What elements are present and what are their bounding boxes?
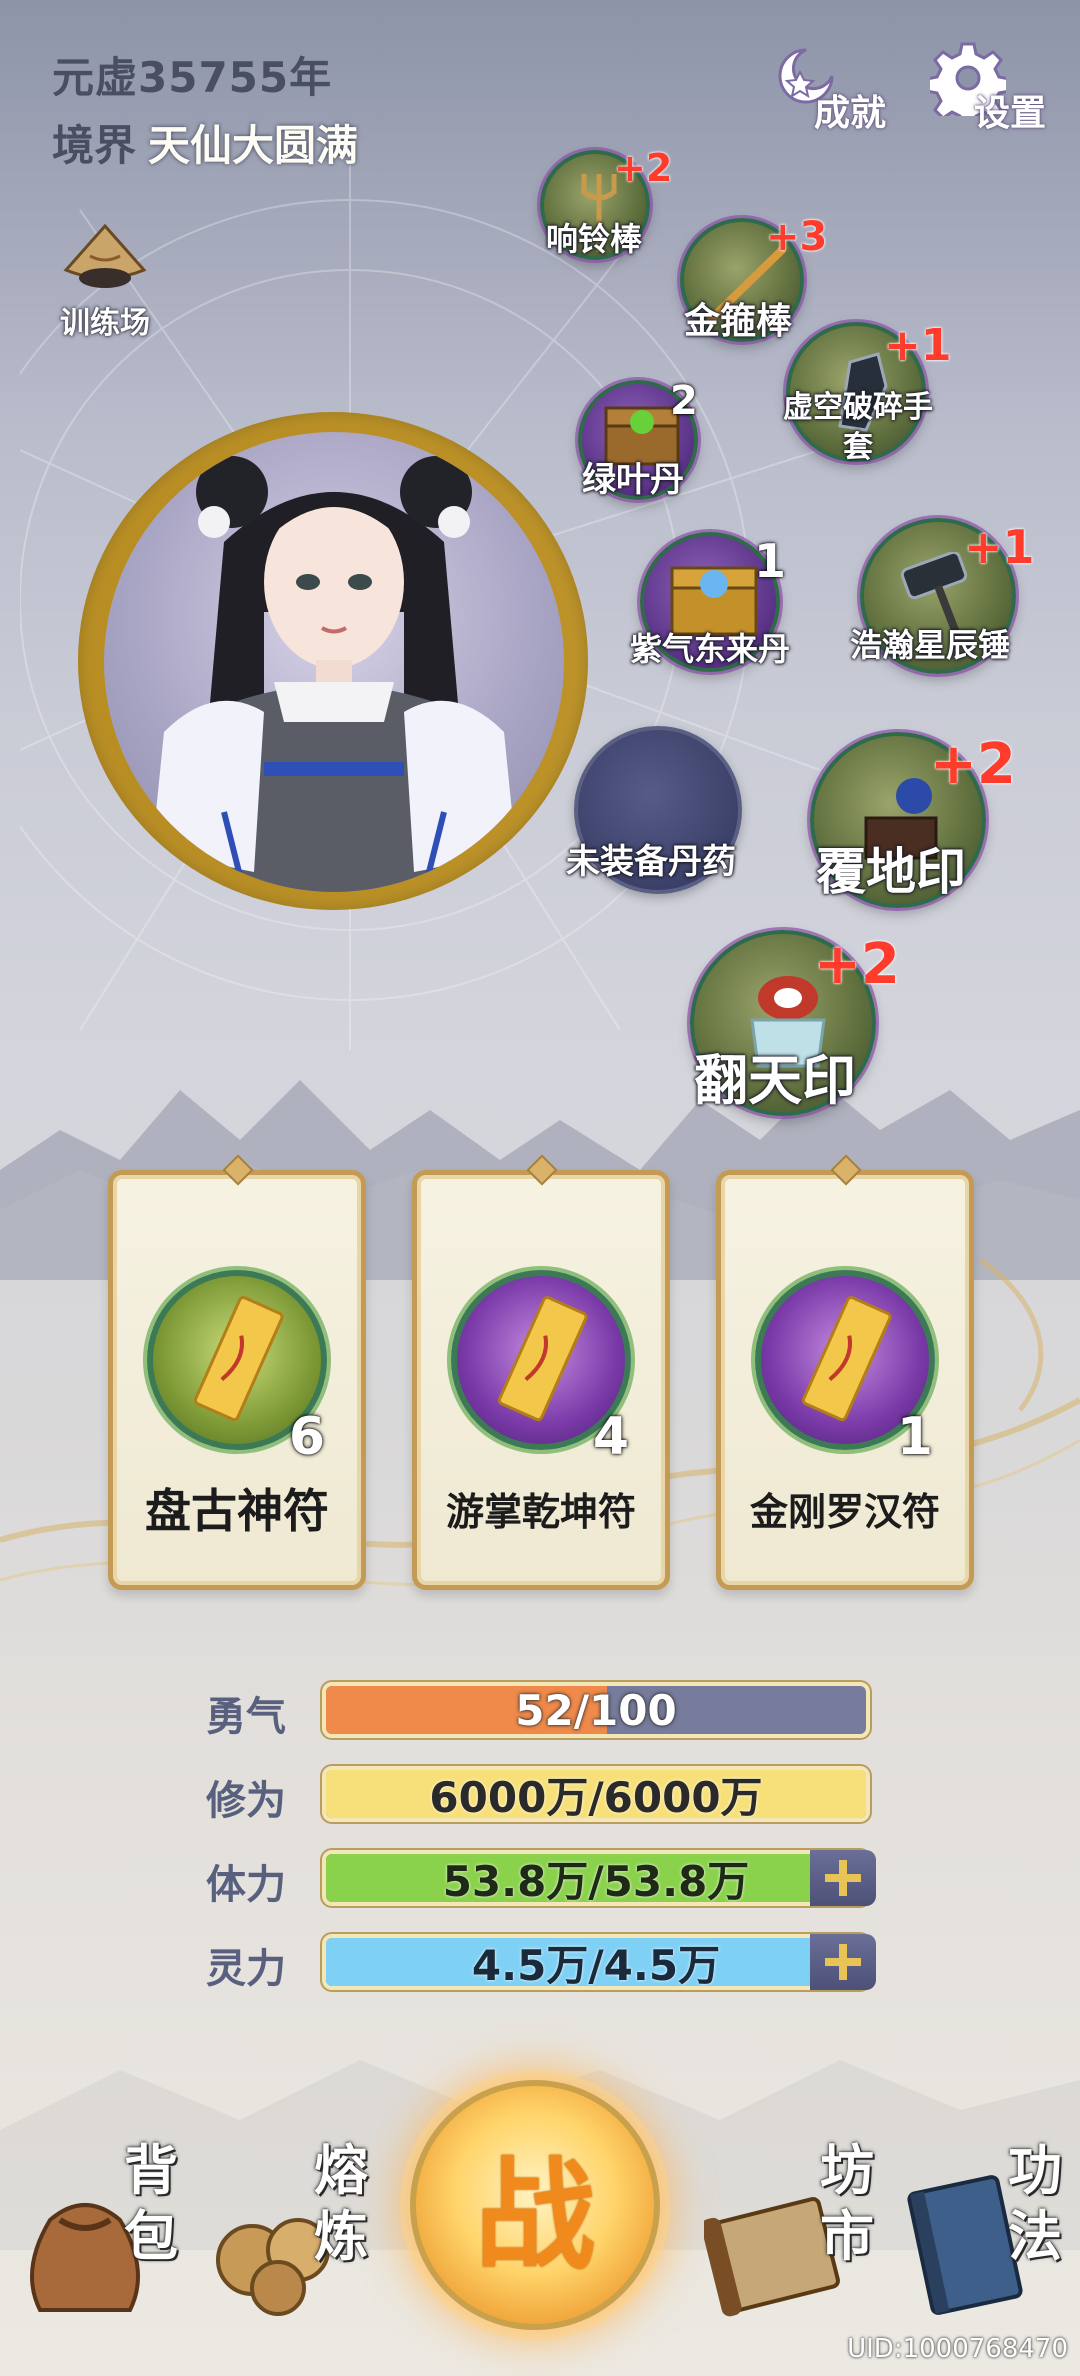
nav-market-label-2: 市 xyxy=(820,2205,874,2268)
nav-smelt-label-1: 熔 xyxy=(314,2139,368,2202)
equip-label: 覆地印 xyxy=(816,843,966,901)
talisman-count: 1 xyxy=(896,1407,933,1467)
courage-value: 52/100 xyxy=(515,1685,677,1735)
realm-info: 境界 天仙大圆满 xyxy=(52,112,358,173)
spirit-bar: 4.5万/4.5万 xyxy=(322,1934,870,1990)
talisman-name: 金刚罗汉符 xyxy=(749,1490,940,1534)
settings-button[interactable]: 设置 xyxy=(930,40,1060,134)
equip-badge: +2 xyxy=(614,146,673,190)
nav-bag-label-2: 包 xyxy=(124,2205,178,2268)
cultivation-value: 6000万/6000万 xyxy=(429,1772,763,1822)
stat-label-spirit: 灵力 xyxy=(206,1946,286,1992)
stat-label-stamina: 体力 xyxy=(206,1862,286,1908)
spirit-value: 4.5万/4.5万 xyxy=(471,1940,721,1990)
plus-icon xyxy=(825,1944,861,1980)
stamina-add-button[interactable] xyxy=(810,1850,876,1906)
talisman-card-pangu[interactable]: 6 盘古神符 xyxy=(108,1154,366,1590)
equip-badge: +2 xyxy=(930,732,1016,797)
talisman-card-jingang[interactable]: 1 金刚罗汉符 xyxy=(716,1154,974,1590)
straw-hat-icon xyxy=(63,223,147,288)
nav-market-label-1: 坊 xyxy=(820,2139,874,2202)
equip-label: 响铃棒 xyxy=(546,220,643,258)
spirit-add-button[interactable] xyxy=(810,1934,876,1990)
talisman-card-youzhang[interactable]: 4 游掌乾坤符 xyxy=(412,1154,670,1590)
equip-label: 浩瀚星辰锤 xyxy=(850,626,1011,664)
achievement-button[interactable]: 成就 xyxy=(776,40,906,134)
realm-value: 天仙大圆满 xyxy=(148,121,359,170)
talisman-name: 盘古神符 xyxy=(145,1484,329,1538)
battle-button[interactable]: 战 xyxy=(410,2080,660,2330)
nav-smelt-button[interactable]: 熔 炼 xyxy=(206,2140,386,2330)
nav-bag-button[interactable]: 背 包 xyxy=(20,2140,190,2330)
equip-label: 虚空破碎手套 xyxy=(783,390,933,465)
stat-label-cultivation: 修为 xyxy=(206,1778,286,1824)
character-portrait[interactable] xyxy=(104,432,564,892)
realm-label: 境界 xyxy=(52,121,137,170)
achievement-label: 成就 xyxy=(814,93,887,134)
equip-count: 2 xyxy=(670,378,698,424)
talisman-count: 4 xyxy=(592,1407,629,1467)
stamina-bar: 53.8万/53.8万 xyxy=(322,1850,870,1906)
stamina-value: 53.8万/53.8万 xyxy=(442,1856,750,1906)
battle-label: 战 xyxy=(475,2145,595,2286)
equip-badge: +1 xyxy=(964,520,1035,574)
era-year: 元虚35755年 xyxy=(52,53,333,102)
nav-smelt-label-2: 炼 xyxy=(314,2205,368,2268)
equip-label: 绿叶丹 xyxy=(582,460,684,500)
nav-skills-label-1: 功 xyxy=(1008,2139,1062,2202)
equip-label: 翻天印 xyxy=(694,1049,856,1112)
training-ground-label: 训练场 xyxy=(60,306,150,341)
nav-skills-label-2: 法 xyxy=(1008,2205,1062,2268)
character-avatar xyxy=(154,456,514,892)
equip-badge: +3 xyxy=(766,214,828,260)
settings-label: 设置 xyxy=(974,93,1047,134)
nav-bag-label-1: 背 xyxy=(124,2139,178,2202)
equip-count: 1 xyxy=(754,534,787,588)
equip-badge: +2 xyxy=(814,932,900,997)
user-id: UID:1000768470 xyxy=(847,2334,1068,2364)
nav-market-button[interactable]: 坊 市 xyxy=(704,2140,884,2330)
equip-label: 紫气东来丹 xyxy=(630,630,791,668)
training-ground-button[interactable]: 训练场 xyxy=(50,220,160,342)
nav-skills-button[interactable]: 功 法 xyxy=(900,2140,1070,2330)
stat-label-courage: 勇气 xyxy=(206,1694,286,1740)
courage-bar: 52/100 xyxy=(322,1682,870,1738)
plus-icon xyxy=(825,1860,861,1896)
equip-label: 金箍棒 xyxy=(684,301,793,342)
talisman-count: 6 xyxy=(288,1407,325,1467)
equip-badge: +1 xyxy=(884,320,952,371)
cultivation-bar: 6000万/6000万 xyxy=(322,1766,870,1822)
equip-label: 未装备丹药 xyxy=(566,842,736,882)
talisman-name: 游掌乾坤符 xyxy=(445,1490,636,1534)
